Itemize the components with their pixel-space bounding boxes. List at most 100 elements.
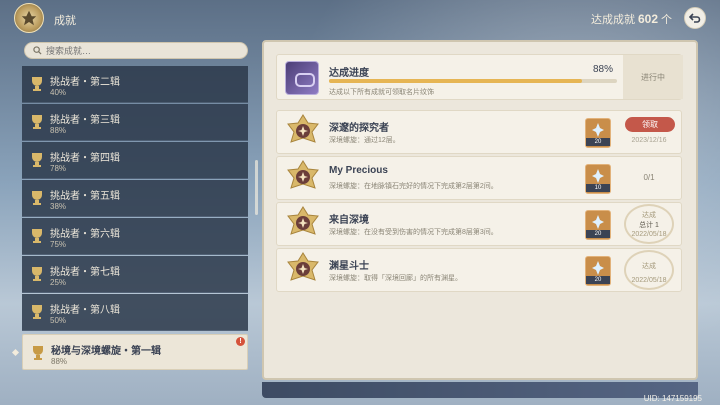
category-percent: 88% [50, 126, 67, 135]
search-icon [33, 46, 42, 55]
category-name: 挑战者・第五辑 [50, 191, 120, 202]
category-item[interactable]: 挑战者・第六辑 75% [22, 218, 248, 255]
achievement-status: 达成 总计 1 2022/05/18 [617, 203, 681, 245]
achievement-progress: 0/1 [643, 173, 655, 182]
achievement-description: 深境螺旋：在地脉镇石完好的情况下完成第2层第2间。 [329, 183, 498, 190]
trophy-icon [32, 77, 42, 91]
namecard-icon [285, 61, 319, 95]
uid-label: UID: 147159195 [643, 394, 702, 403]
category-percent: 25% [50, 278, 67, 287]
category-percent: 40% [50, 88, 67, 97]
achievement-row: 深邃的探究者 深境螺旋：通过12层。 20 领取 2023/12/16 [276, 110, 682, 154]
primogem-reward: 20 [585, 118, 611, 148]
achievement-panel: 达成进度 88% 达成以下所有成就可领取名片纹饰 进行中 深邃的探究者 深境螺旋… [262, 40, 698, 380]
achievement-status: 达成 2022/05/18 [617, 249, 681, 291]
total-count: 602 [637, 12, 658, 26]
progress-subtitle: 达成以下所有成就可领取名片纹饰 [329, 89, 434, 96]
primogem-icon [592, 261, 604, 275]
primogem-reward: 20 [585, 210, 611, 240]
category-percent: 88% [51, 357, 68, 366]
category-name: 挑战者・第四辑 [50, 153, 120, 164]
back-arrow-icon [689, 13, 701, 23]
category-percent: 38% [50, 202, 67, 211]
selection-marker-icon [11, 348, 20, 357]
category-item[interactable]: 挑战者・第三辑 88% [22, 104, 248, 141]
stamp-label: 达成 [642, 212, 656, 219]
total-unit: 个 [661, 14, 672, 26]
primogem-icon [592, 169, 604, 183]
reward-quantity: 20 [586, 230, 610, 238]
page-title: 成就 [54, 15, 76, 27]
trophy-icon [33, 346, 43, 360]
achievement-badge-icon [287, 206, 319, 235]
category-name: 挑战者・第八辑 [50, 305, 120, 316]
category-percent: 50% [50, 316, 67, 325]
achievement-description: 深境螺旋：在没有受到伤害的情况下完成第8层第3间。 [329, 229, 498, 236]
primogem-reward: 20 [585, 256, 611, 286]
primogem-icon [592, 123, 604, 137]
achievement-title: 来自深境 [329, 215, 369, 226]
category-percent: 75% [50, 240, 67, 249]
achievement-title: My Precious [329, 165, 388, 176]
achievement-row: 来自深境 深境螺旋：在没有受到伤害的情况下完成第8层第3间。 20 达成 总计 … [276, 202, 682, 246]
achievement-date: 2022/05/18 [631, 231, 667, 238]
search-bar[interactable] [24, 42, 248, 59]
progress-title: 达成进度 [329, 68, 369, 79]
back-button[interactable] [684, 7, 706, 29]
progress-bar [329, 79, 617, 83]
category-name: 挑战者・第七辑 [50, 267, 120, 278]
trophy-icon [32, 305, 42, 319]
search-input[interactable] [46, 45, 236, 56]
category-item[interactable]: 挑战者・第四辑 78% [22, 142, 248, 179]
top-bar: 成就 达成成就 602 个 [0, 0, 720, 36]
category-name: 挑战者・第六辑 [50, 229, 120, 240]
trophy-icon [32, 115, 42, 129]
category-name: 挑战者・第三辑 [50, 115, 120, 126]
progress-status: 进行中 [623, 55, 683, 99]
reward-quantity: 20 [586, 138, 610, 146]
sidebar-scrollbar[interactable] [255, 160, 258, 215]
category-sidebar: 挑战者・第二辑 40% 挑战者・第三辑 88% 挑战者・第四辑 78% 挑战者・… [11, 40, 252, 405]
achievement-badge-icon [287, 160, 319, 189]
achievement-title: 深邃的探究者 [329, 123, 389, 134]
primogem-reward: 10 [585, 164, 611, 194]
total-label: 达成成就 [590, 14, 635, 26]
achievement-badge-icon [287, 114, 319, 143]
trophy-icon [32, 229, 42, 243]
achievement-row: 渊星斗士 深境螺旋：取得「深境回廊」的所有渊星。 20 达成 2022/05/1… [276, 248, 682, 292]
reward-quantity: 20 [586, 276, 610, 284]
achievement-date: 2022/05/18 [631, 277, 667, 284]
progress-bar-fill [329, 79, 583, 83]
achievement-description: 深境螺旋：通过12层。 [329, 137, 400, 144]
category-item[interactable]: 挑战者・第二辑 40% [22, 66, 248, 103]
achievement-description: 深境螺旋：取得「深境回廊」的所有渊星。 [329, 275, 462, 282]
trophy-icon [32, 153, 42, 167]
category-list: 挑战者・第二辑 40% 挑战者・第三辑 88% 挑战者・第四辑 78% 挑战者・… [11, 66, 248, 405]
trophy-icon [32, 191, 42, 205]
category-item[interactable]: 挑战者・第五辑 38% [22, 180, 248, 217]
category-name: 秘境与深境螺旋・第一辑 [51, 346, 161, 357]
achievement-status: 0/1 [617, 157, 681, 199]
category-percent: 78% [50, 164, 67, 173]
progress-percent: 88% [593, 64, 614, 75]
panel-book-edge [262, 382, 698, 398]
category-item[interactable]: 挑战者・第八辑 50% [22, 294, 248, 331]
achievement-row: My Precious 深境螺旋：在地脉镇石完好的情况下完成第2层第2间。 10… [276, 156, 682, 200]
claim-button[interactable]: 领取 [625, 117, 675, 132]
progress-card: 达成进度 88% 达成以下所有成就可领取名片纹饰 进行中 [276, 54, 683, 100]
stamp-label: 达成 [642, 263, 656, 270]
achievement-emblem-icon [14, 3, 44, 33]
alert-badge: ! [236, 337, 245, 346]
achievement-badge-icon [287, 252, 319, 281]
category-item-selected[interactable]: 秘境与深境螺旋・第一辑 88% ! [11, 334, 248, 370]
category-item[interactable]: 挑战者・第七辑 25% [22, 256, 248, 293]
reward-quantity: 10 [586, 184, 610, 192]
achievement-date: 2023/12/16 [631, 137, 667, 144]
trophy-icon [32, 267, 42, 281]
achievement-total: 达成成就 602 个 [591, 11, 672, 27]
achievement-status: 领取 2023/12/16 [617, 111, 681, 153]
achievement-title: 渊星斗士 [329, 261, 369, 272]
category-name: 挑战者・第二辑 [50, 77, 120, 88]
primogem-icon [592, 215, 604, 229]
stamp-total: 总计 1 [639, 222, 659, 229]
